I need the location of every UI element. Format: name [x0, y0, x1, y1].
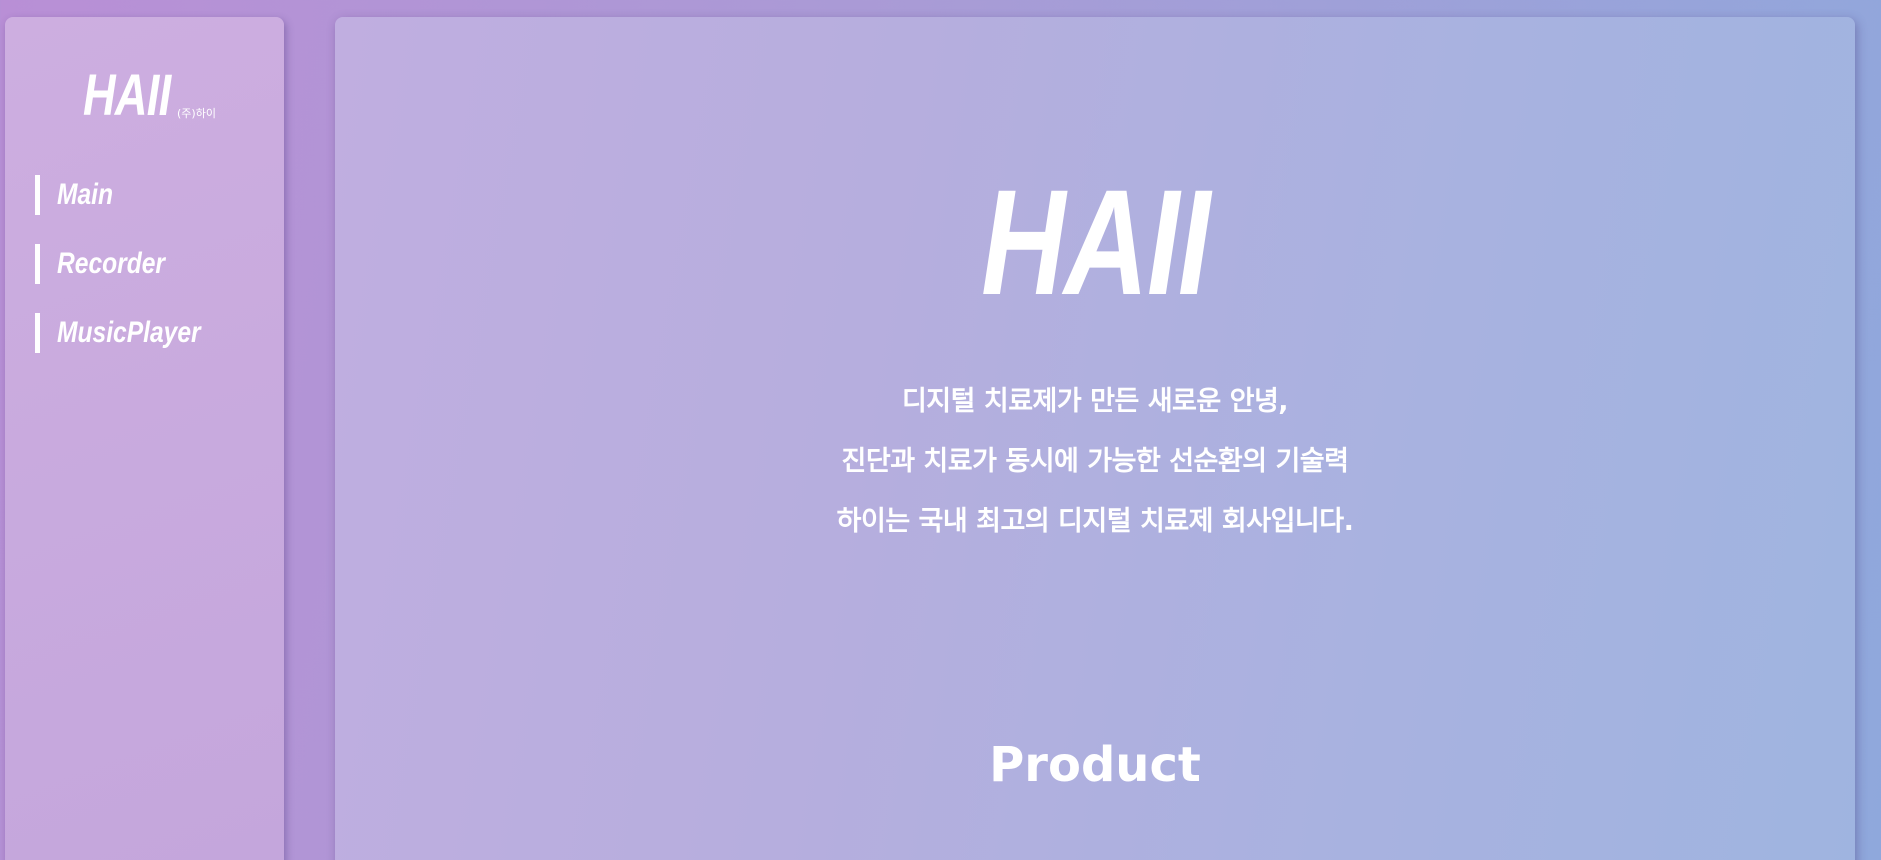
nav-indicator [35, 244, 40, 284]
brand-logo[interactable]: HAII (주)하이 [83, 65, 216, 127]
nav-item-main[interactable]: Main [35, 175, 232, 215]
tagline-line-3: 하이는 국내 최고의 디지털 치료제 회사입니다. [836, 506, 1354, 537]
tagline-line-2: 진단과 치료가 동시에 가능한 선순환의 기술력 [841, 446, 1349, 477]
main-content: HAII 디지털 치료제가 만든 새로운 안녕, 진단과 치료가 동시에 가능한… [335, 17, 1855, 860]
nav-indicator [35, 175, 40, 215]
hero-logo: HAII [335, 167, 1855, 317]
sidebar: HAII (주)하이 Main Recorder MusicPlayer [5, 17, 284, 860]
brand-subtitle: (주)하이 [177, 107, 216, 120]
nav-item-musicplayer[interactable]: MusicPlayer [35, 313, 232, 353]
sidebar-nav: Main Recorder MusicPlayer [35, 175, 232, 382]
brand-name: HAII [83, 63, 171, 128]
nav-item-label: Main [57, 178, 114, 211]
hero-logo-text: HAII [981, 158, 1210, 326]
nav-item-label: Recorder [57, 247, 166, 280]
nav-indicator [35, 313, 40, 353]
nav-item-label: MusicPlayer [57, 316, 201, 349]
section-title-product: Product [989, 737, 1201, 793]
nav-item-recorder[interactable]: Recorder [35, 244, 232, 284]
tagline-line-1: 디지털 치료제가 만든 새로운 안녕, [901, 386, 1289, 417]
